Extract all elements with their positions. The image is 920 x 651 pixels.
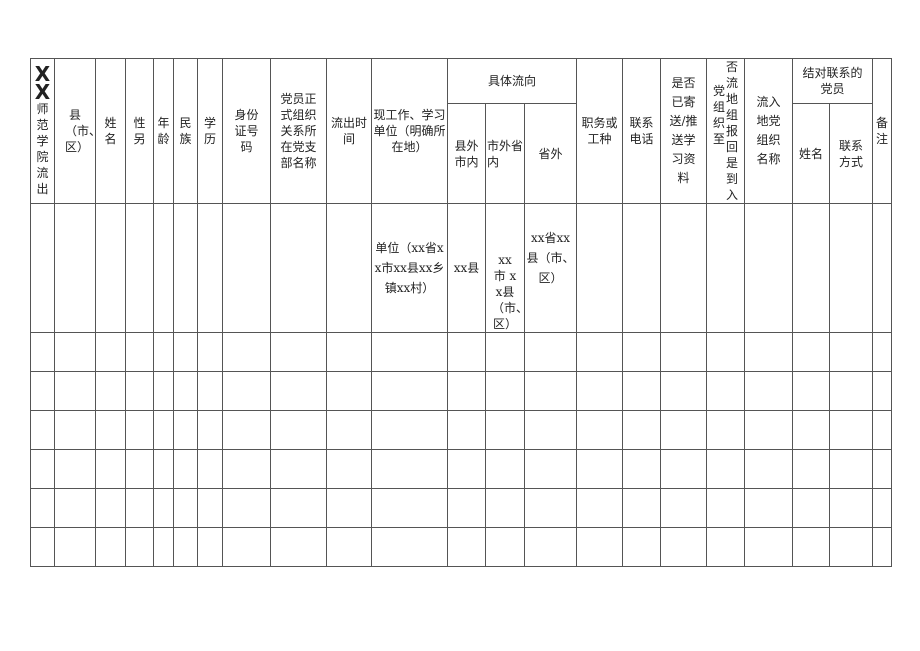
header-report-a: 党组织至: [713, 84, 726, 146]
header-id-number: 身份证号码: [222, 58, 271, 204]
cell-flow-c[interactable]: xx省xx县（市、区）: [523, 203, 578, 333]
header-report: 党组织至 否流地组报回是到入: [706, 58, 746, 204]
header-materials: 是否已寄送/推送学习资料: [660, 58, 708, 204]
header-pair-name: 姓名: [792, 103, 831, 204]
header-phone: 联系电话: [622, 58, 662, 204]
xx-mark: XX: [34, 62, 51, 104]
header-position: 职务或工种: [576, 58, 624, 204]
cell-flow-a[interactable]: xx县: [447, 203, 486, 333]
header-branch: 党员正式组织关系所在党支部名称: [270, 58, 327, 204]
header-notes: 备注: [872, 58, 893, 204]
header-report-b: 否流地组报回是到入: [726, 60, 739, 202]
table-row: 单位（xx省xx市xx县xx乡镇xx村） xx县 xx 市 xx县（市、区） x…: [30, 203, 893, 333]
header-ethnicity: 民族: [173, 58, 198, 204]
header-gender: 性另: [125, 58, 154, 204]
header-flow-c: 省外: [523, 103, 578, 204]
header-origin: XX 师范学院流出: [30, 58, 55, 204]
header-flow-b: 市外省内: [485, 103, 525, 204]
table-row[interactable]: [30, 488, 893, 528]
header-inflow-org: 流入地党组织名称: [744, 58, 794, 204]
table-row[interactable]: [30, 449, 893, 489]
header-pair-contact: 联系方式: [829, 103, 874, 204]
cell-unit[interactable]: 单位（xx省xx市xx县xx乡镇xx村）: [371, 203, 448, 333]
table-row[interactable]: [30, 527, 893, 567]
header-workplace: 现工作、学习单位（明确所在地）: [371, 58, 448, 204]
header-age: 年龄: [153, 58, 174, 204]
table-row[interactable]: [30, 371, 893, 411]
header-education: 学历: [197, 58, 223, 204]
header-origin-label: 师范学院流出: [36, 102, 49, 196]
table-row[interactable]: [30, 410, 893, 450]
header-pair: 结对联系的党员: [792, 57, 874, 105]
header-flow: 具体流向: [446, 57, 578, 105]
header-outflow-time: 流出时间: [326, 58, 372, 204]
header-row-1: XX师范学院流出 县（市、区） 姓名 性另 年龄 民族 学历 身份证号码 党员正…: [30, 57, 893, 204]
party-member-outflow-table: XX师范学院流出 县（市、区） 姓名 性另 年龄 民族 学历 身份证号码 党员正…: [30, 57, 893, 567]
cell-flow-b[interactable]: xx 市 xx县（市、区）: [485, 203, 525, 333]
header-name: 姓名: [95, 58, 126, 204]
table-row[interactable]: [30, 332, 893, 372]
header-flow-a: 县外市内: [447, 103, 486, 204]
header-county: 县（市、区）: [54, 58, 96, 204]
